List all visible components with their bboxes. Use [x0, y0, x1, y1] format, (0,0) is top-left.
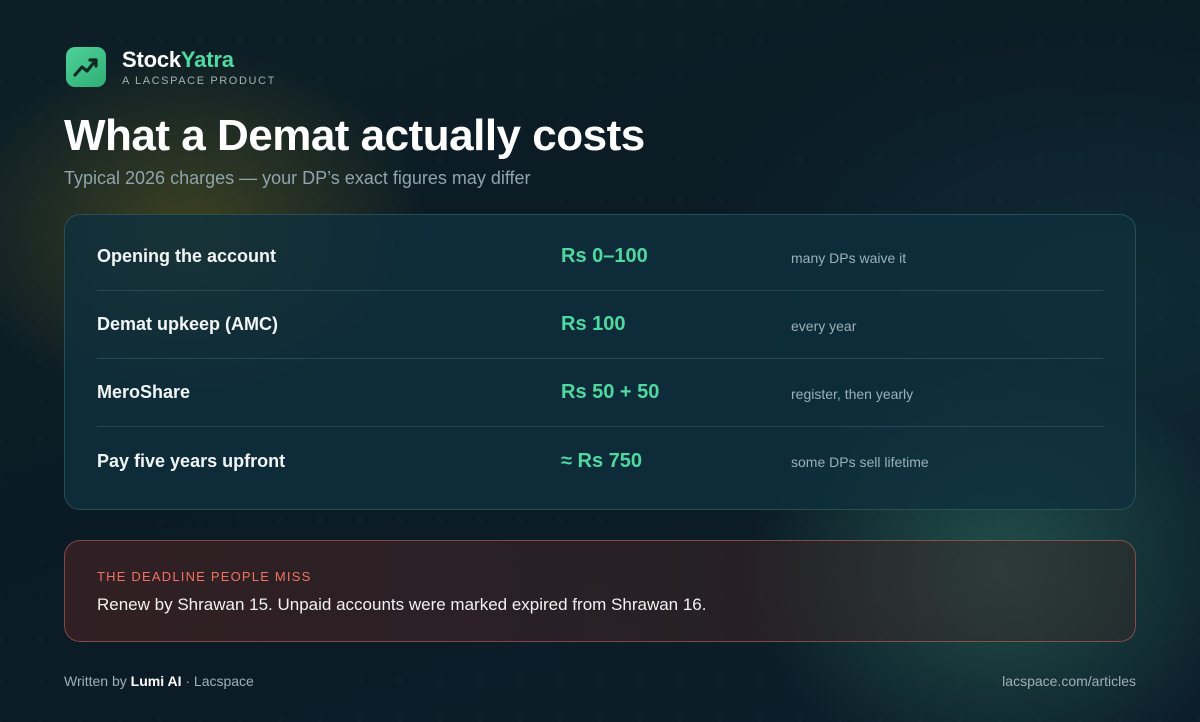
- page-title: What a Demat actually costs: [64, 111, 645, 160]
- brand-header[interactable]: StockYatra A LACSPACE PRODUCT: [66, 47, 276, 87]
- brand-name-part1: Stock: [122, 46, 181, 72]
- brand-name-part2: Yatra: [180, 46, 234, 72]
- charge-note: some DPs sell lifetime: [791, 454, 929, 470]
- charge-value: Rs 0–100: [561, 245, 648, 267]
- deadline-alert: THE DEADLINE PEOPLE MISS Renew by Shrawa…: [64, 540, 1136, 642]
- charge-row: Demat upkeep (AMC) Rs 100 every year: [97, 291, 1103, 359]
- author-name[interactable]: Lumi AI: [131, 673, 182, 689]
- charge-row: Pay five years upfront ≈ Rs 750 some DPs…: [97, 427, 1103, 495]
- charge-value: Rs 100: [561, 313, 626, 335]
- brand-text: StockYatra A LACSPACE PRODUCT: [122, 46, 276, 87]
- alert-kicker: THE DEADLINE PEOPLE MISS: [97, 569, 312, 584]
- trend-up-icon: [66, 47, 106, 87]
- charge-value: ≈ Rs 750: [561, 449, 643, 472]
- article-card: StockYatra A LACSPACE PRODUCT What a Dem…: [0, 0, 1200, 722]
- org-name: · Lacspace: [185, 673, 254, 689]
- charge-label: MeroShare: [97, 382, 191, 402]
- charge-value: Rs 50 + 50: [561, 381, 660, 403]
- charges-table: Opening the account Rs 0–100 many DPs wa…: [64, 214, 1136, 510]
- charge-note: many DPs waive it: [791, 249, 907, 266]
- charge-label: Demat upkeep (AMC): [97, 314, 279, 334]
- author-credit: Written by Lumi AI · Lacspace: [64, 673, 254, 689]
- written-by-label: Written by: [64, 673, 127, 689]
- charge-row: Opening the account Rs 0–100 many DPs wa…: [97, 223, 1103, 291]
- brand-name: StockYatra: [122, 46, 276, 72]
- charge-note: every year: [791, 317, 857, 334]
- charge-label: Opening the account: [97, 246, 277, 266]
- articles-link[interactable]: lacspace.com/articles: [1002, 673, 1136, 689]
- charge-label: Pay five years upfront: [97, 450, 286, 471]
- charge-note: register, then yearly: [791, 385, 914, 402]
- charge-row: MeroShare Rs 50 + 50 register, then year…: [97, 359, 1103, 427]
- page-subtitle: Typical 2026 charges — your DP’s exact f…: [64, 168, 531, 188]
- alert-text: Renew by Shrawan 15. Unpaid accounts wer…: [97, 595, 707, 614]
- brand-tagline: A LACSPACE PRODUCT: [122, 74, 276, 87]
